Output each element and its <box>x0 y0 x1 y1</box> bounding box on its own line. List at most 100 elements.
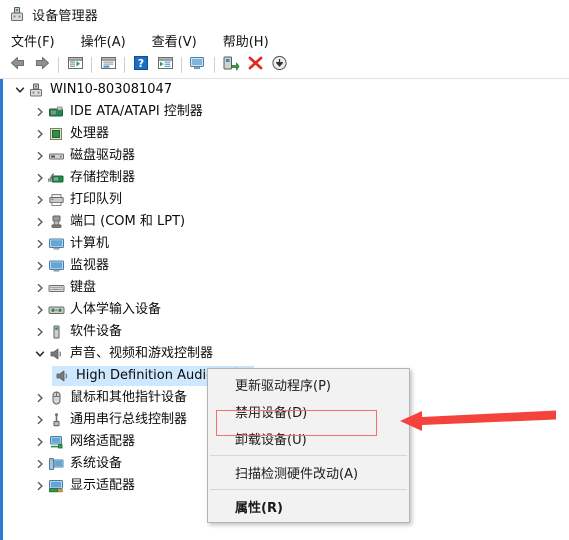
ctx-disable-device[interactable]: 禁用设备(D) <box>208 398 409 425</box>
ctx-update-driver[interactable]: 更新驱动程序(P) <box>208 371 409 398</box>
back-arrow-icon <box>9 55 27 75</box>
tree-item-label: 通用串行总线控制器 <box>70 412 188 427</box>
mouse-icon <box>48 390 65 406</box>
menu-file[interactable]: 文件(F) <box>9 30 57 51</box>
chevron-right-icon[interactable] <box>32 280 48 296</box>
tree-item-monitors[interactable]: 监视器 <box>3 255 569 277</box>
toolbar-properties[interactable] <box>96 54 120 76</box>
tree-item-label: IDE ATA/ATAPI 控制器 <box>70 104 203 119</box>
ctx-uninstall-device[interactable]: 卸载设备(U) <box>208 425 409 452</box>
toolbar-view-details[interactable] <box>153 54 177 76</box>
tree-item-hid[interactable]: 人体学输入设备 <box>3 299 569 321</box>
tree-item-label: 处理器 <box>70 126 110 141</box>
audio-device-icon <box>54 368 71 384</box>
tree-item-software-devices[interactable]: 软件设备 <box>3 321 569 343</box>
toolbar-disable-device[interactable] <box>267 54 291 76</box>
chevron-right-icon[interactable] <box>32 390 48 406</box>
chevron-right-icon[interactable] <box>32 456 48 472</box>
chevron-right-icon[interactable] <box>32 302 48 318</box>
menu-bar: 文件(F) 操作(A) 查看(V) 帮助(H) <box>0 28 569 52</box>
sound-video-game-icon <box>48 346 65 362</box>
toolbar-separator <box>214 57 215 73</box>
context-menu[interactable]: 更新驱动程序(P) 禁用设备(D) 卸载设备(U) 扫描检测硬件改动(A) 属性… <box>207 368 410 523</box>
chevron-down-icon[interactable] <box>32 346 48 362</box>
toolbar: ? <box>0 52 569 79</box>
menu-help[interactable]: 帮助(H) <box>221 30 271 51</box>
chevron-right-icon[interactable] <box>32 236 48 252</box>
ctx-item-label: 更新驱动程序(P) <box>235 379 331 394</box>
window-title: 设备管理器 <box>32 8 99 24</box>
tree-item-sound-video-game-controllers[interactable]: 声音、视频和游戏控制器 <box>3 343 569 365</box>
print-queue-icon <box>48 192 65 208</box>
tree-item-label: 计算机 <box>70 236 110 251</box>
toolbar-separator <box>181 57 182 73</box>
chevron-right-icon[interactable] <box>32 104 48 120</box>
tree-item-label: 人体学输入设备 <box>70 302 162 317</box>
disable-device-icon <box>271 55 288 75</box>
tree-item-label: 软件设备 <box>70 324 123 339</box>
tree-item-processor[interactable]: 处理器 <box>3 123 569 145</box>
disk-drive-icon <box>48 148 65 164</box>
storage-controller-icon <box>47 170 65 186</box>
chevron-right-icon[interactable] <box>32 434 48 450</box>
chevron-right-icon[interactable] <box>32 126 48 142</box>
tree-item-label: 端口 (COM 和 LPT) <box>70 214 186 229</box>
chevron-right-icon[interactable] <box>32 214 48 230</box>
chevron-right-icon[interactable] <box>32 170 48 186</box>
toolbar-forward[interactable] <box>30 54 54 76</box>
context-menu-separator <box>210 489 407 490</box>
software-device-icon <box>48 324 65 340</box>
chevron-right-icon[interactable] <box>32 148 48 164</box>
menu-action[interactable]: 操作(A) <box>79 30 128 51</box>
chevron-right-icon[interactable] <box>32 324 48 340</box>
show-hide-console-tree-icon <box>67 55 84 75</box>
chevron-right-icon[interactable] <box>32 412 48 428</box>
ctx-item-label: 扫描检测硬件改动(A) <box>235 467 359 482</box>
hid-icon <box>48 302 65 318</box>
tree-item-print-queues[interactable]: 打印队列 <box>3 189 569 211</box>
device-manager-icon <box>9 6 25 22</box>
toolbar-uninstall-device[interactable] <box>243 54 267 76</box>
toolbar-separator <box>124 57 125 73</box>
chevron-right-icon[interactable] <box>32 258 48 274</box>
toolbar-back[interactable] <box>6 54 30 76</box>
tree-item-computer[interactable]: 计算机 <box>3 233 569 255</box>
toolbar-separator <box>91 57 92 73</box>
tree-item-disk-drives[interactable]: 磁盘驱动器 <box>3 145 569 167</box>
ctx-item-label: 禁用设备(D) <box>235 406 308 421</box>
toolbar-help[interactable]: ? <box>129 54 153 76</box>
ctx-scan-hardware-changes[interactable]: 扫描检测硬件改动(A) <box>208 459 409 486</box>
tree-item-ide-controller[interactable]: IDE ATA/ATAPI 控制器 <box>3 101 569 123</box>
help-icon: ? <box>133 55 149 75</box>
toolbar-console-tree[interactable] <box>63 54 87 76</box>
keyboard-icon <box>48 280 65 296</box>
toolbar-scan-hardware[interactable] <box>186 54 210 76</box>
context-menu-separator <box>210 455 407 456</box>
tree-item-root[interactable]: WIN10-803081047 <box>3 79 569 101</box>
display-adapter-icon <box>48 478 65 494</box>
tree-item-keyboards[interactable]: 键盘 <box>3 277 569 299</box>
usb-controller-icon <box>48 412 65 428</box>
tree-item-storage-controllers[interactable]: 存储控制器 <box>3 167 569 189</box>
update-driver-icon <box>222 55 240 75</box>
chevron-right-icon[interactable] <box>32 192 48 208</box>
tree-item-label: 系统设备 <box>70 456 123 471</box>
forward-arrow-icon <box>33 55 51 75</box>
chevron-down-icon[interactable] <box>12 82 28 98</box>
ports-icon <box>48 214 65 230</box>
chevron-right-icon[interactable] <box>32 478 48 494</box>
monitor-icon <box>48 258 65 274</box>
view-details-icon <box>157 55 174 75</box>
tree-item-label: 声音、视频和游戏控制器 <box>70 346 214 361</box>
network-adapter-icon <box>48 434 65 450</box>
tree-item-label: WIN10-803081047 <box>50 82 173 97</box>
ctx-properties[interactable]: 属性(R) <box>208 493 409 520</box>
computer-icon <box>48 236 65 252</box>
ide-controller-icon <box>48 104 65 120</box>
toolbar-update-driver[interactable] <box>219 54 243 76</box>
device-manager-window: 设备管理器 文件(F) 操作(A) 查看(V) 帮助(H) ? WIN10-80… <box>0 0 569 540</box>
tree-item-ports[interactable]: 端口 (COM 和 LPT) <box>3 211 569 233</box>
menu-view[interactable]: 查看(V) <box>150 30 199 51</box>
tree-item-label: 存储控制器 <box>70 170 136 185</box>
toolbar-separator <box>58 57 59 73</box>
